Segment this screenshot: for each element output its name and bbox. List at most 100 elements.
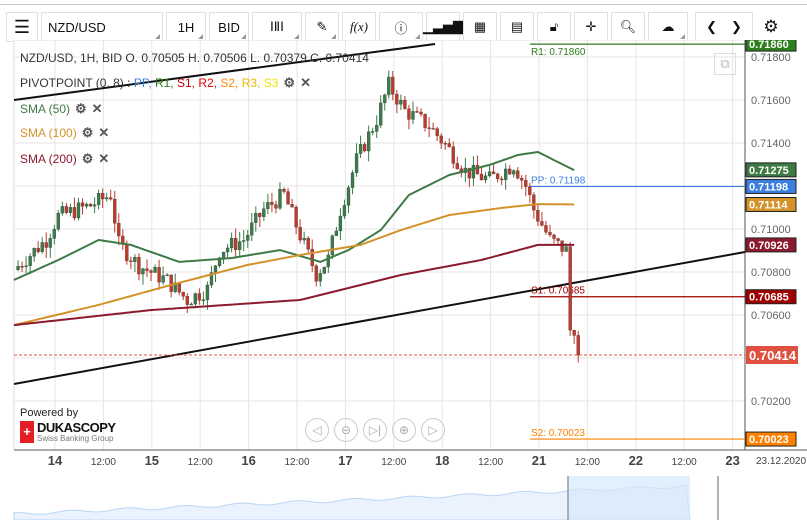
sma100-badge-text: 0.71114 <box>749 199 788 211</box>
brand-tagline: Swiss Banking Group <box>37 434 114 443</box>
pencil-icon: ✎ <box>316 19 328 34</box>
candle <box>314 265 318 282</box>
sma100-label: SMA (100) <box>20 126 77 140</box>
draw-button[interactable]: ✎ <box>305 12 339 42</box>
price-chart[interactable]: 0.718000.716000.714000.712000.710000.708… <box>0 40 807 520</box>
candle <box>487 171 492 177</box>
candle <box>32 248 36 257</box>
candle <box>524 180 528 187</box>
candle <box>129 260 133 262</box>
settings-button[interactable]: ⚙ <box>756 12 786 42</box>
sma50-badge-text: 0.71275 <box>749 165 789 177</box>
candle <box>101 193 105 200</box>
candle <box>52 229 56 239</box>
candle <box>375 125 379 132</box>
candle <box>366 131 371 152</box>
candle <box>556 238 560 241</box>
close-icon[interactable]: ✕ <box>92 101 103 117</box>
candle <box>258 213 262 217</box>
side-select[interactable]: BID <box>209 12 249 42</box>
candle <box>520 178 524 181</box>
candle <box>213 265 218 273</box>
pivot-item-r2: R2, <box>198 76 221 90</box>
candle <box>238 241 242 251</box>
candle <box>548 232 552 236</box>
upload-button[interactable]: ☁ <box>648 12 688 42</box>
gear-icon[interactable]: ⚙ <box>82 151 94 167</box>
scroll-left-button[interactable]: ◁ <box>305 418 329 442</box>
calendar-icon: ▦ <box>473 19 487 34</box>
candle <box>117 223 121 237</box>
zoom-button[interactable]: 🔍︎ <box>611 12 645 42</box>
candle <box>407 108 411 120</box>
candle <box>451 146 455 164</box>
toolbar: ☰ NZD/USD 1H BID ⅠⅡⅠ ✎ f(x) ⓘ ▁▃▅▇ ▦ ▤ 🔓… <box>6 12 786 42</box>
function-icon: f(x) <box>349 19 369 34</box>
x-tick-label: 17 <box>338 453 352 468</box>
candle <box>48 238 52 248</box>
chart-type-button[interactable]: ⅠⅡⅠ <box>252 12 302 42</box>
close-icon[interactable]: ✕ <box>98 125 109 141</box>
candle <box>342 205 347 217</box>
timeframe-label: 1H <box>177 19 195 35</box>
gear-icon[interactable]: ⚙ <box>82 125 94 141</box>
candle <box>96 193 101 205</box>
candle <box>28 256 32 266</box>
scroll-right-button[interactable]: ▷ <box>421 418 445 442</box>
go-latest-button[interactable]: ▷| <box>363 418 387 442</box>
candle <box>564 246 568 252</box>
close-icon[interactable]: ✕ <box>98 151 109 167</box>
close-icon[interactable]: ✕ <box>300 75 311 91</box>
candle <box>246 235 250 241</box>
candle <box>286 191 290 205</box>
candle <box>153 267 157 273</box>
candle <box>350 172 355 188</box>
calendar-button[interactable]: ▦ <box>463 12 497 42</box>
candle <box>431 128 435 130</box>
sma50-label: SMA (50) <box>20 102 71 116</box>
last-price-badge-text: 0.70414 <box>749 348 797 363</box>
cloud-upload-icon: ☁ <box>661 19 675 34</box>
pivot-label-s1: S1: 0.70685 <box>531 286 585 297</box>
chevron-left-icon[interactable]: ❮ <box>706 19 717 35</box>
candle <box>302 237 306 241</box>
candle <box>24 265 28 267</box>
ohlc-legend: NZD/USD, 1H, BID O. 0.70505 H. 0.70506 L… <box>20 51 369 65</box>
menu-button[interactable]: ☰ <box>6 12 38 42</box>
chevron-right-icon[interactable]: ❯ <box>731 19 742 35</box>
candle <box>423 113 427 128</box>
candle <box>169 274 173 292</box>
volume-button[interactable]: ▁▃▅▇ <box>423 12 463 42</box>
symbol-select[interactable]: NZD/USD <box>41 12 163 42</box>
gear-icon[interactable]: ⚙ <box>75 101 87 117</box>
crosshair-button[interactable]: ✛ <box>574 12 608 42</box>
timeframe-select[interactable]: 1H <box>166 12 206 42</box>
candle <box>346 187 351 206</box>
candle <box>572 329 576 336</box>
zoom-in-button[interactable]: ⊕ <box>392 418 416 442</box>
lock-button[interactable]: 🔓︎ <box>537 12 571 42</box>
candle <box>250 222 254 236</box>
candle <box>189 303 193 306</box>
pivot-item-s2: S2, <box>220 76 242 90</box>
x-tick-label: 21 <box>532 453 546 468</box>
info-icon: ⓘ <box>394 20 408 36</box>
candle <box>133 257 137 262</box>
candle <box>403 99 407 110</box>
popout-button[interactable]: ⧉ <box>714 53 736 75</box>
candle <box>508 168 512 175</box>
gear-icon[interactable]: ⚙ <box>283 75 295 91</box>
report-button[interactable]: ▤ <box>500 12 534 42</box>
sma100-legend: SMA (100) ⚙ ✕ <box>20 125 109 141</box>
pp-badge-text: 0.71198 <box>749 181 788 193</box>
info-button[interactable]: ⓘ <box>379 12 423 42</box>
side-label: BID <box>218 19 240 35</box>
zoom-out-button[interactable]: ⊖ <box>334 418 358 442</box>
candle <box>447 143 451 147</box>
candle <box>44 242 48 248</box>
candle <box>322 266 326 274</box>
candle <box>92 204 97 207</box>
indicators-button[interactable]: f(x) <box>342 12 376 42</box>
y-tick-label: 0.71000 <box>751 224 791 236</box>
sma200-label: SMA (200) <box>20 152 77 166</box>
